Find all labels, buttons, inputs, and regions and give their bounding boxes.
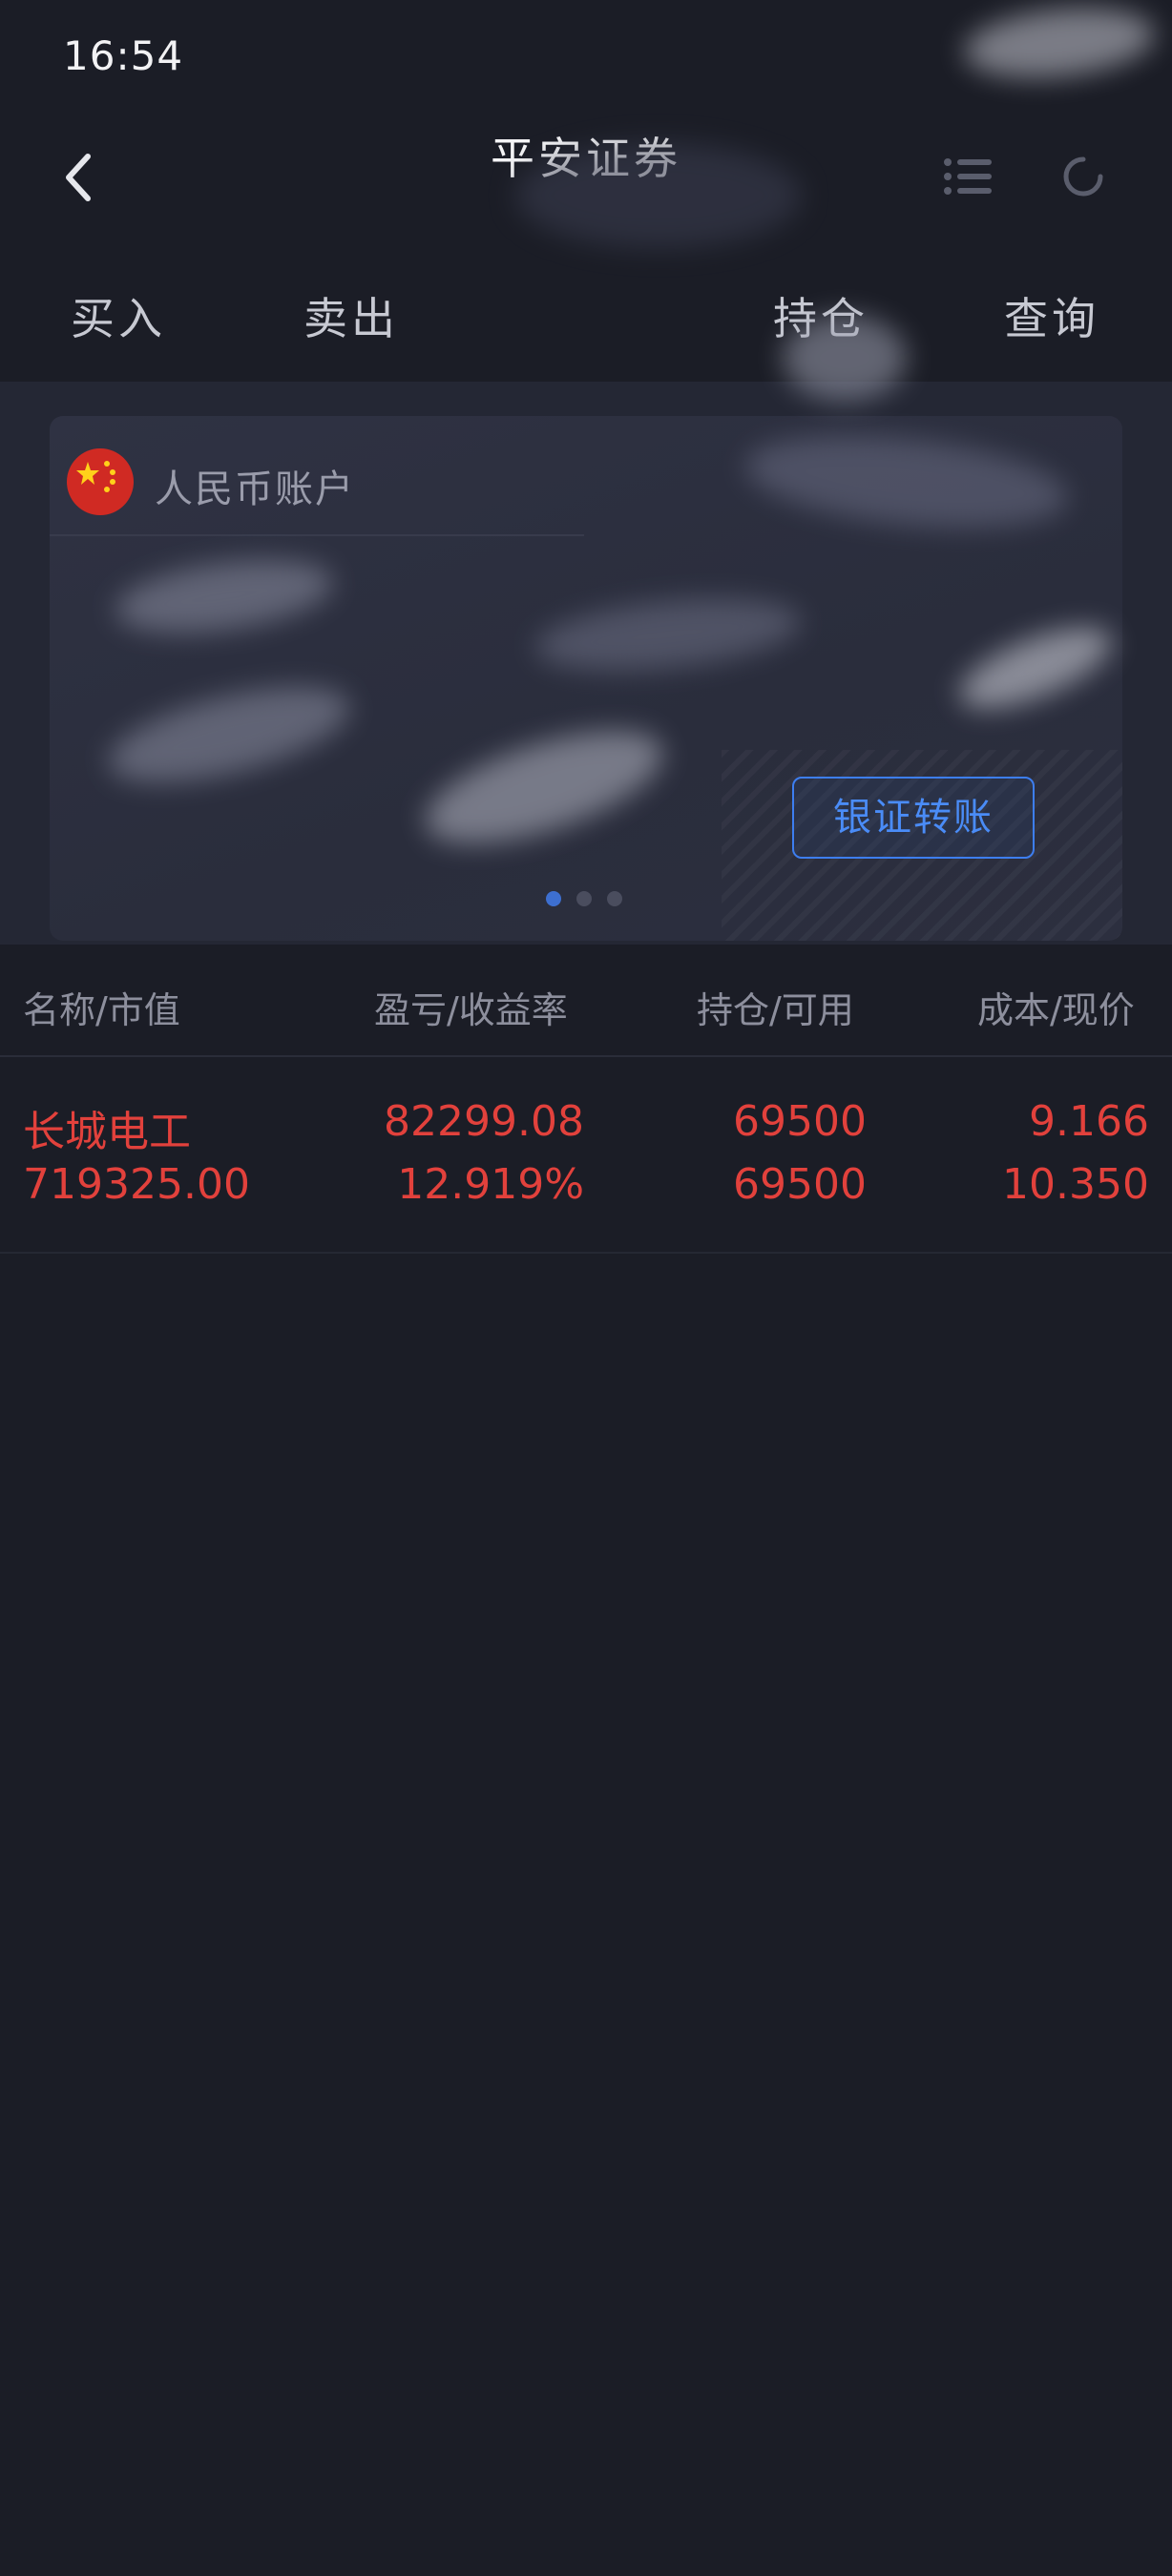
china-flag-icon: [67, 448, 134, 515]
current-price: 10.350: [1002, 1160, 1149, 1209]
refresh-icon: [1063, 156, 1103, 197]
column-profit-rate: 盈亏/收益率: [374, 989, 568, 1031]
position-qty: 69500: [733, 1097, 867, 1146]
list-icon: [944, 158, 992, 195]
cost-price: 9.166: [1029, 1097, 1149, 1146]
smudge-overlay: [783, 315, 907, 401]
tab-buy[interactable]: 买入: [71, 284, 166, 347]
smudge-overlay: [515, 143, 802, 248]
stock-name: 长城电工: [23, 1108, 191, 1156]
return-rate: 12.919%: [397, 1160, 584, 1209]
carousel-dot[interactable]: [576, 891, 592, 906]
account-card-header: 人民币账户: [50, 416, 584, 536]
holdings-table-header: 名称/市值 盈亏/收益率 持仓/可用 成本/现价: [0, 945, 1172, 1057]
account-type-label: 人民币账户: [155, 467, 355, 511]
profit-loss: 82299.08: [384, 1097, 584, 1146]
table-row[interactable]: 长城电工 719325.00 82299.08 12.919% 69500 69…: [0, 1057, 1172, 1254]
trade-tabs: 买入 卖出 持仓 查询: [0, 258, 1172, 372]
holdings-page: 16:54 平安证券 买入 卖出 持仓: [0, 0, 1172, 2576]
column-position-available: 持仓/可用: [697, 989, 854, 1031]
tab-query[interactable]: 查询: [1004, 284, 1099, 347]
menu-button[interactable]: [940, 153, 997, 200]
column-cost-price: 成本/现价: [977, 989, 1135, 1031]
refresh-button[interactable]: [1055, 148, 1112, 205]
available-qty: 69500: [733, 1160, 867, 1209]
column-name-value: 名称/市值: [23, 989, 180, 1031]
carousel-dot[interactable]: [607, 891, 622, 906]
account-card-carousel: 人民币账户 银证转账: [0, 382, 1172, 945]
tab-sell[interactable]: 卖出: [303, 284, 399, 347]
status-time: 16:54: [63, 32, 184, 79]
market-value: 719325.00: [23, 1160, 250, 1209]
carousel-indicator: [546, 891, 641, 910]
carousel-dot[interactable]: [546, 891, 561, 906]
bank-transfer-button[interactable]: 银证转账: [792, 777, 1035, 859]
